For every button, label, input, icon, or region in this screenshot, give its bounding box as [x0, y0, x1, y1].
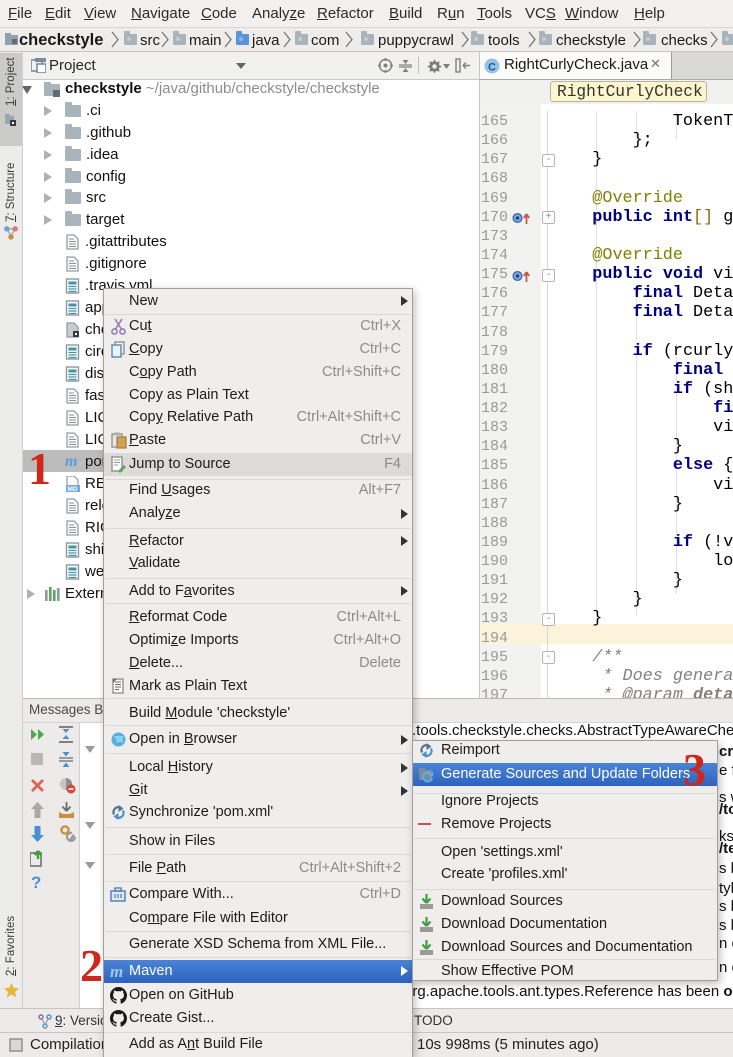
svg-text:C: C — [488, 62, 496, 74]
svg-text:MD: MD — [68, 486, 78, 492]
